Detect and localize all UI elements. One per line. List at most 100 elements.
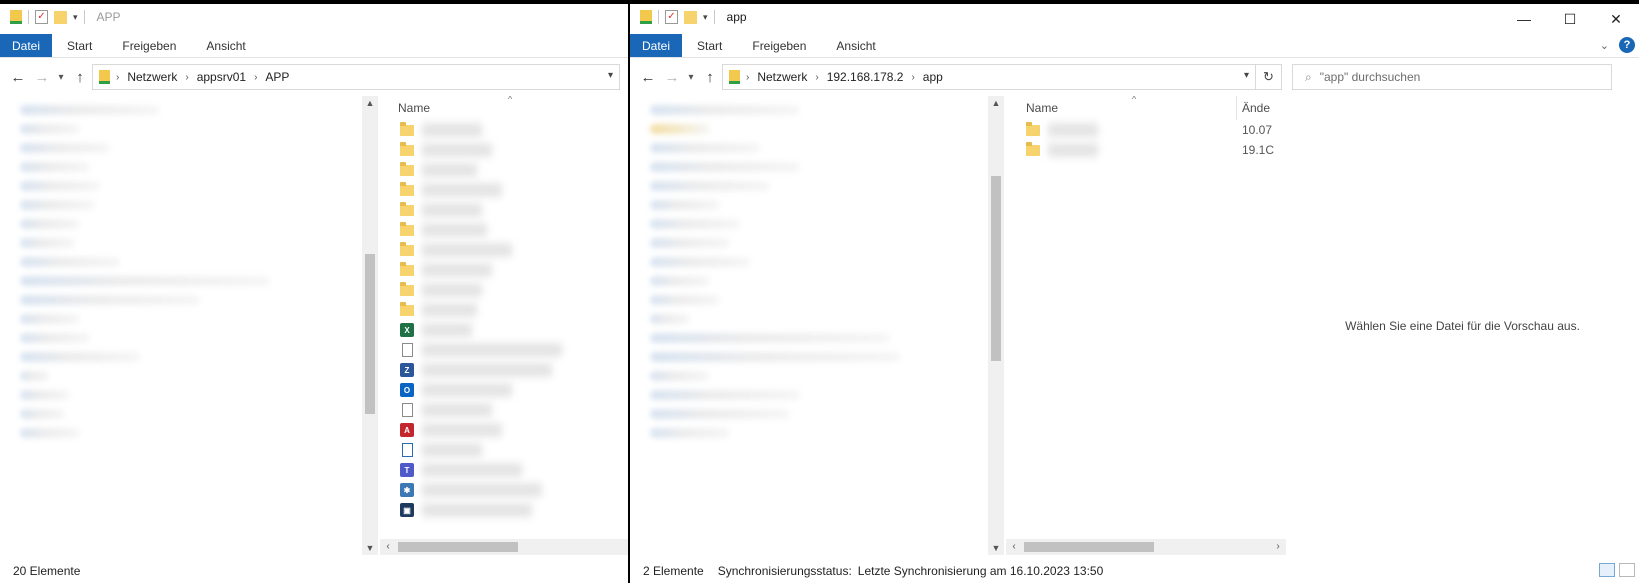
file-row[interactable]: 10.07 [1006,120,1286,140]
chevron-right-icon[interactable]: › [744,72,751,83]
close-icon[interactable]: ✕ [1593,4,1639,34]
new-folder-icon[interactable] [684,10,697,24]
nav-item[interactable] [20,333,90,343]
breadcrumb-netzwerk[interactable]: Netzwerk [121,70,183,84]
chevron-right-icon[interactable]: › [252,72,259,83]
back-icon[interactable]: ← [636,65,660,89]
file-row[interactable] [380,120,628,140]
nav-item[interactable] [20,428,80,438]
tab-datei[interactable]: Datei [630,34,683,57]
file-row[interactable] [380,340,628,360]
properties-icon[interactable]: ✓ [35,10,48,24]
scroll-thumb[interactable] [398,542,518,552]
file-row[interactable] [380,300,628,320]
nav-item[interactable] [650,143,760,153]
scroll-down-icon[interactable]: ▼ [988,541,1004,555]
scroll-thumb[interactable] [365,254,375,414]
nav-item[interactable] [650,333,890,343]
nav-item[interactable] [650,295,720,305]
file-row[interactable] [380,260,628,280]
nav-item[interactable] [650,390,800,400]
recent-locations-chevron-icon[interactable]: ▾ [684,65,698,89]
scroll-up-icon[interactable]: ▲ [362,96,378,110]
properties-icon[interactable]: ✓ [665,10,678,24]
tab-ansicht[interactable]: Ansicht [821,34,890,57]
column-header-date[interactable]: Ände [1242,101,1270,115]
up-icon[interactable]: ↑ [68,65,92,89]
scroll-left-icon[interactable]: ‹ [380,539,396,555]
tab-freigeben[interactable]: Freigeben [737,34,821,57]
nav-item[interactable] [650,162,800,172]
file-row[interactable] [380,220,628,240]
up-icon[interactable]: ↑ [698,65,722,89]
nav-item[interactable] [20,105,160,115]
breadcrumb-folder[interactable]: app [917,70,949,84]
chevron-right-icon[interactable]: › [114,72,121,83]
nav-item[interactable] [20,143,110,153]
file-row[interactable]: Z [380,360,628,380]
nav-item[interactable] [20,238,75,248]
chevron-right-icon[interactable]: › [183,72,190,83]
column-header-name[interactable]: Name [1026,101,1058,115]
nav-item[interactable] [20,200,95,210]
address-bar[interactable]: › Netzwerk › appsrv01 › APP ▾ [92,64,620,90]
breadcrumb-folder[interactable]: APP [259,70,295,84]
horizontal-scrollbar[interactable]: ‹ [380,539,628,555]
nav-item[interactable] [20,181,100,191]
minimize-icon[interactable]: — [1501,4,1547,34]
nav-item[interactable] [650,371,710,381]
column-header-name[interactable]: Name ^ [380,96,628,120]
file-row[interactable] [380,240,628,260]
nav-item[interactable] [650,352,900,362]
details-view-icon[interactable] [1599,563,1615,577]
nav-item[interactable] [20,124,80,134]
nav-item[interactable] [650,238,730,248]
nav-item[interactable] [20,371,50,381]
maximize-icon[interactable]: ☐ [1547,4,1593,34]
nav-item[interactable] [20,314,80,324]
tab-ansicht[interactable]: Ansicht [191,34,260,57]
file-row[interactable] [380,140,628,160]
file-row[interactable]: A [380,420,628,440]
nav-item[interactable] [650,181,770,191]
scroll-down-icon[interactable]: ▼ [362,541,378,555]
breadcrumb-server[interactable]: appsrv01 [191,70,252,84]
navigation-pane[interactable] [0,96,362,555]
customize-chevron-icon[interactable]: ▾ [73,12,78,23]
scroll-up-icon[interactable]: ▲ [988,96,1004,110]
file-row[interactable]: X [380,320,628,340]
file-row[interactable]: ▣ [380,500,628,520]
file-row[interactable] [380,180,628,200]
search-box[interactable]: ⌕ "app" durchsuchen [1292,64,1612,90]
customize-chevron-icon[interactable]: ▾ [703,12,708,23]
nav-item[interactable] [20,219,80,229]
file-list[interactable]: Name ^ Ände 10.07 19.1C [1006,96,1286,555]
nav-item[interactable] [650,257,750,267]
chevron-right-icon[interactable]: › [813,72,820,83]
address-dropdown-icon[interactable]: ▾ [608,70,613,81]
horizontal-scrollbar[interactable]: ‹ › [1006,539,1286,555]
nav-item[interactable] [650,409,790,419]
new-folder-icon[interactable] [54,10,67,24]
refresh-icon[interactable]: ↻ [1256,64,1282,90]
tab-start[interactable]: Start [52,34,107,57]
large-icons-view-icon[interactable] [1619,563,1635,577]
back-icon[interactable]: ← [6,65,30,89]
navigation-pane[interactable] [630,96,988,555]
file-row[interactable]: O [380,380,628,400]
forward-icon[interactable]: → [660,65,684,89]
scroll-thumb[interactable] [1024,542,1154,552]
file-row[interactable] [380,160,628,180]
file-row[interactable]: 19.1C [1006,140,1286,160]
nav-item[interactable] [650,200,720,210]
breadcrumb-netzwerk[interactable]: Netzwerk [751,70,813,84]
scroll-thumb[interactable] [991,176,1001,361]
nav-pane-scrollbar[interactable]: ▲ ▼ [988,96,1004,555]
nav-item[interactable] [20,257,120,267]
chevron-right-icon[interactable]: › [909,72,916,83]
file-row[interactable] [380,440,628,460]
forward-icon[interactable]: → [30,65,54,89]
file-row[interactable] [380,200,628,220]
nav-item[interactable] [650,105,800,115]
expand-ribbon-chevron-icon[interactable]: ⌄ [1600,39,1609,52]
